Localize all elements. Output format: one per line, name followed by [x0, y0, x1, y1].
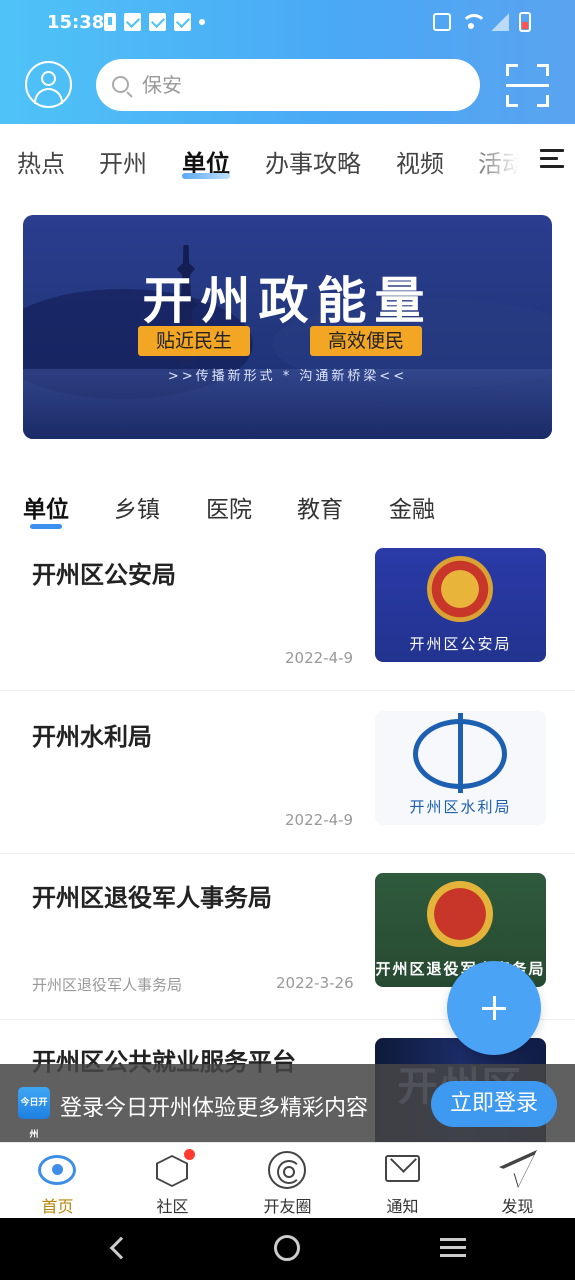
wifi-icon: [461, 14, 487, 30]
menu-icon[interactable]: [540, 149, 564, 169]
item-thumbnail: 开州区公安局: [375, 548, 546, 662]
signal-icon: [491, 13, 509, 31]
thumb-caption: 开州区公安局: [409, 635, 512, 653]
status-time: 15:38: [47, 12, 105, 33]
tab-kaizhou[interactable]: 开州: [99, 144, 147, 179]
item-title: 开州区公安局: [32, 561, 176, 589]
search-bar[interactable]: [96, 59, 480, 111]
sub-tabs: 单位 乡镇 医院 教育 金融: [0, 480, 575, 530]
police-emblem-icon: [427, 556, 493, 622]
recent-apps-icon[interactable]: [440, 1238, 466, 1258]
mail-icon: [385, 1155, 420, 1182]
subtab-hospitals[interactable]: 医院: [206, 490, 252, 524]
nav-label: 发现: [501, 1197, 534, 1216]
thumb-caption: 开州区水利局: [409, 798, 512, 816]
nav-home[interactable]: 首页: [0, 1143, 115, 1219]
subtab-finance[interactable]: 金融: [389, 490, 435, 524]
promo-banner[interactable]: 开州政能量 贴近民生 高效便民 >>传播新形式 * 沟通新桥梁<<: [23, 215, 552, 439]
item-thumbnail: 开州区水利局: [375, 711, 546, 825]
list-item[interactable]: 开州区公安局 2022-4-9 开州区公安局: [0, 540, 575, 691]
nav-label: 通知: [386, 1197, 419, 1216]
nav-label: 首页: [41, 1197, 74, 1216]
add-button[interactable]: [447, 961, 541, 1055]
home-circle-icon[interactable]: [274, 1235, 300, 1261]
bottom-nav: 首页 社区 开友圈 通知 发现: [0, 1142, 575, 1218]
banner-title: 开州政能量: [142, 271, 433, 330]
search-input[interactable]: [142, 69, 462, 101]
sim-icon: [104, 13, 116, 31]
user-avatar-icon[interactable]: [25, 61, 72, 108]
nav-notifications[interactable]: 通知: [345, 1143, 460, 1219]
back-icon[interactable]: [109, 1236, 133, 1260]
login-button[interactable]: 立即登录: [431, 1081, 557, 1127]
battery-icon: [519, 12, 531, 32]
notification-badge: [184, 1149, 195, 1160]
message-icon: [174, 13, 191, 31]
nav-label: 开友圈: [263, 1197, 312, 1216]
tab-hot[interactable]: 热点: [17, 144, 65, 179]
national-emblem-icon: [427, 881, 493, 947]
eye-icon: [38, 1155, 76, 1185]
list-item[interactable]: 开州水利局 2022-4-9 开州区水利局: [0, 691, 575, 854]
avatar-shoulders: [34, 88, 63, 104]
category-tabs: 热点 开州 单位 办事攻略 视频 活动: [0, 124, 575, 196]
item-date: 2022-3-26: [276, 974, 354, 992]
spiral-icon: [268, 1151, 306, 1189]
login-prompt-bar: 今日开州 登录今日开州体验更多精彩内容 立即登录: [0, 1064, 575, 1142]
nav-friends-circle[interactable]: 开友圈: [230, 1143, 345, 1219]
search-icon: [112, 76, 129, 93]
active-tab-indicator: [182, 173, 230, 179]
subtab-education[interactable]: 教育: [297, 490, 343, 524]
subtab-indicator: [30, 524, 62, 529]
notification-icons: [104, 13, 205, 31]
system-icons: [433, 12, 531, 32]
nav-discover[interactable]: 发现: [460, 1143, 575, 1219]
subtab-units[interactable]: 单位: [23, 490, 69, 524]
banner-tag-left: 贴近民生: [138, 326, 251, 356]
vibrate-icon: [433, 13, 451, 31]
item-date: 2022-4-9: [285, 649, 354, 667]
item-source: 开州区退役军人事务局: [32, 976, 183, 994]
tab-guides[interactable]: 办事攻略: [265, 144, 361, 179]
logo-stroke: [458, 713, 463, 793]
status-bar: 15:38: [0, 0, 575, 48]
avatar-head: [41, 71, 56, 86]
app-header: 15:38: [0, 0, 575, 124]
item-title: 开州水利局: [32, 723, 152, 751]
nav-label: 社区: [156, 1197, 189, 1216]
item-title: 开州区退役军人事务局: [32, 884, 272, 912]
tab-video[interactable]: 视频: [396, 144, 444, 179]
app-logo: 今日开州: [18, 1087, 50, 1140]
banner-tag-right: 高效便民: [310, 326, 423, 356]
more-dot-icon: [199, 19, 205, 25]
scan-icon[interactable]: [506, 64, 549, 107]
tabs-fade: [463, 124, 533, 196]
nav-community[interactable]: 社区: [115, 1143, 230, 1219]
message-icon: [149, 13, 166, 31]
subtab-towns[interactable]: 乡镇: [114, 490, 160, 524]
message-icon: [124, 13, 141, 31]
login-prompt-text: 登录今日开州体验更多精彩内容: [60, 1096, 369, 1121]
system-nav-bar: [0, 1218, 575, 1280]
banner-slogan: >>传播新形式 * 沟通新桥梁<<: [167, 369, 408, 384]
item-date: 2022-4-9: [285, 811, 354, 829]
